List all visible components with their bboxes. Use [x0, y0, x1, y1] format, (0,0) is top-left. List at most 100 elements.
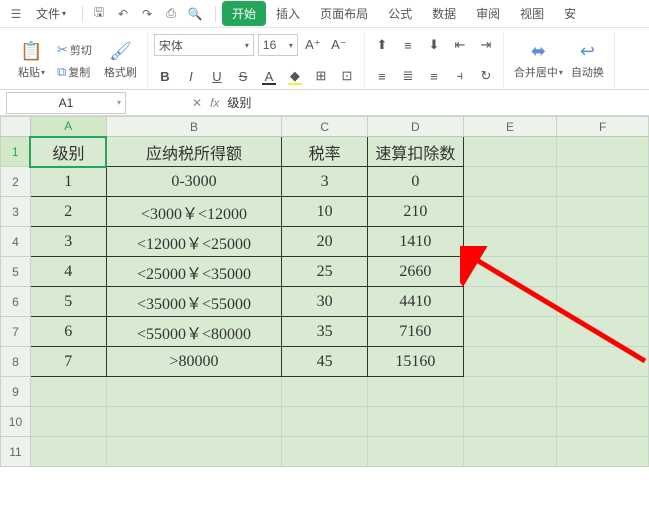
font-color-button[interactable]: A — [258, 65, 280, 87]
cell-D3[interactable]: 210 — [368, 197, 464, 227]
cell-E10[interactable] — [463, 407, 557, 437]
cell-D6[interactable]: 4410 — [368, 287, 464, 317]
underline-button[interactable]: U — [206, 65, 228, 87]
cell-F8[interactable] — [557, 347, 649, 377]
name-box[interactable]: A1 ▾ — [6, 92, 126, 114]
cell-A1[interactable]: 级别 — [30, 137, 106, 167]
cell-E3[interactable] — [463, 197, 557, 227]
print-icon[interactable]: ⎙ — [161, 4, 181, 24]
cell-D8[interactable]: 15160 — [368, 347, 464, 377]
file-menu[interactable]: 文件 ▾ — [30, 3, 72, 24]
cell-C2[interactable]: 3 — [282, 167, 368, 197]
row-header-6[interactable]: 6 — [1, 287, 31, 317]
cell-A3[interactable]: 2 — [30, 197, 106, 227]
column-header-B[interactable]: B — [106, 117, 282, 137]
cell-B1[interactable]: 应纳税所得额 — [106, 137, 282, 167]
column-header-E[interactable]: E — [463, 117, 557, 137]
cell-E5[interactable] — [463, 257, 557, 287]
row-header-5[interactable]: 5 — [1, 257, 31, 287]
cell-D4[interactable]: 1410 — [368, 227, 464, 257]
row-header-1[interactable]: 1 — [1, 137, 31, 167]
align-left-button[interactable]: ≡ — [371, 65, 393, 87]
cell-C7[interactable]: 35 — [282, 317, 368, 347]
cell-D2[interactable]: 0 — [368, 167, 464, 197]
cell-F4[interactable] — [557, 227, 649, 257]
row-header-8[interactable]: 8 — [1, 347, 31, 377]
tab-page-layout[interactable]: 页面布局 — [310, 1, 378, 26]
cell-C3[interactable]: 10 — [282, 197, 368, 227]
cell-C4[interactable]: 20 — [282, 227, 368, 257]
cell-D1[interactable]: 速算扣除数 — [368, 137, 464, 167]
indent-right-button[interactable]: ⇥ — [475, 34, 497, 56]
tab-data[interactable]: 数据 — [422, 1, 466, 26]
cell-C9[interactable] — [282, 377, 368, 407]
align-right-button[interactable]: ≡ — [423, 65, 445, 87]
row-header-10[interactable]: 10 — [1, 407, 31, 437]
format-painter-button[interactable]: 🖌 格式刷 — [100, 41, 141, 80]
cell-B6[interactable]: <35000￥<55000 — [106, 287, 282, 317]
row-header-3[interactable]: 3 — [1, 197, 31, 227]
cell-A9[interactable] — [30, 377, 106, 407]
tab-start[interactable]: 开始 — [222, 1, 266, 26]
cell-F3[interactable] — [557, 197, 649, 227]
column-header-D[interactable]: D — [368, 117, 464, 137]
cell-B9[interactable] — [106, 377, 282, 407]
cancel-icon[interactable]: ✕ — [192, 96, 202, 110]
menu-icon[interactable]: ☰ — [6, 4, 26, 24]
row-header-11[interactable]: 11 — [1, 437, 31, 467]
align-top-button[interactable]: ⬆ — [371, 34, 393, 56]
save-icon[interactable]: 🖫 — [89, 4, 109, 24]
align-center-button[interactable]: ≣ — [397, 65, 419, 87]
cell-F6[interactable] — [557, 287, 649, 317]
tab-view[interactable]: 视图 — [510, 1, 554, 26]
strikethrough-button[interactable]: S — [232, 65, 254, 87]
cell-F5[interactable] — [557, 257, 649, 287]
formula-input[interactable]: 级别 — [219, 92, 649, 114]
paste-button[interactable]: 📋 粘贴▾ — [14, 41, 49, 80]
cell-A7[interactable]: 6 — [30, 317, 106, 347]
cell-A2[interactable]: 1 — [30, 167, 106, 197]
cell-D10[interactable] — [368, 407, 464, 437]
align-middle-button[interactable]: ≡ — [397, 34, 419, 56]
cell-E11[interactable] — [463, 437, 557, 467]
border-button[interactable]: ⊞ — [310, 65, 332, 87]
increase-font-button[interactable]: A⁺ — [302, 34, 324, 56]
cut-button[interactable]: ✂剪切 — [53, 40, 96, 60]
distribute-button[interactable]: ⫞ — [449, 65, 471, 87]
cell-A11[interactable] — [30, 437, 106, 467]
cell-A10[interactable] — [30, 407, 106, 437]
cell-D7[interactable]: 7160 — [368, 317, 464, 347]
cell-B8[interactable]: >80000 — [106, 347, 282, 377]
cell-F7[interactable] — [557, 317, 649, 347]
cell-E4[interactable] — [463, 227, 557, 257]
cell-F2[interactable] — [557, 167, 649, 197]
column-header-C[interactable]: C — [282, 117, 368, 137]
cell-B7[interactable]: <55000￥<80000 — [106, 317, 282, 347]
undo-icon[interactable]: ↶ — [113, 4, 133, 24]
indent-left-button[interactable]: ⇤ — [449, 34, 471, 56]
tab-insert[interactable]: 插入 — [266, 1, 310, 26]
tab-formula[interactable]: 公式 — [378, 1, 422, 26]
cell-A4[interactable]: 3 — [30, 227, 106, 257]
cell-A5[interactable]: 4 — [30, 257, 106, 287]
italic-button[interactable]: I — [180, 65, 202, 87]
cell-E6[interactable] — [463, 287, 557, 317]
cell-F11[interactable] — [557, 437, 649, 467]
select-all-corner[interactable] — [1, 117, 31, 137]
preview-icon[interactable]: 🔍 — [185, 4, 205, 24]
align-bottom-button[interactable]: ⬇ — [423, 34, 445, 56]
row-header-4[interactable]: 4 — [1, 227, 31, 257]
cell-B3[interactable]: <3000￥<12000 — [106, 197, 282, 227]
cell-B11[interactable] — [106, 437, 282, 467]
cell-D5[interactable]: 2660 — [368, 257, 464, 287]
cell-A8[interactable]: 7 — [30, 347, 106, 377]
font-size-select[interactable]: 16 ▾ — [258, 34, 298, 56]
redo-icon[interactable]: ↷ — [137, 4, 157, 24]
cell-D9[interactable] — [368, 377, 464, 407]
cell-F1[interactable] — [557, 137, 649, 167]
cell-C10[interactable] — [282, 407, 368, 437]
cell-F10[interactable] — [557, 407, 649, 437]
column-header-A[interactable]: A — [30, 117, 106, 137]
bold-button[interactable]: B — [154, 65, 176, 87]
cell-B10[interactable] — [106, 407, 282, 437]
